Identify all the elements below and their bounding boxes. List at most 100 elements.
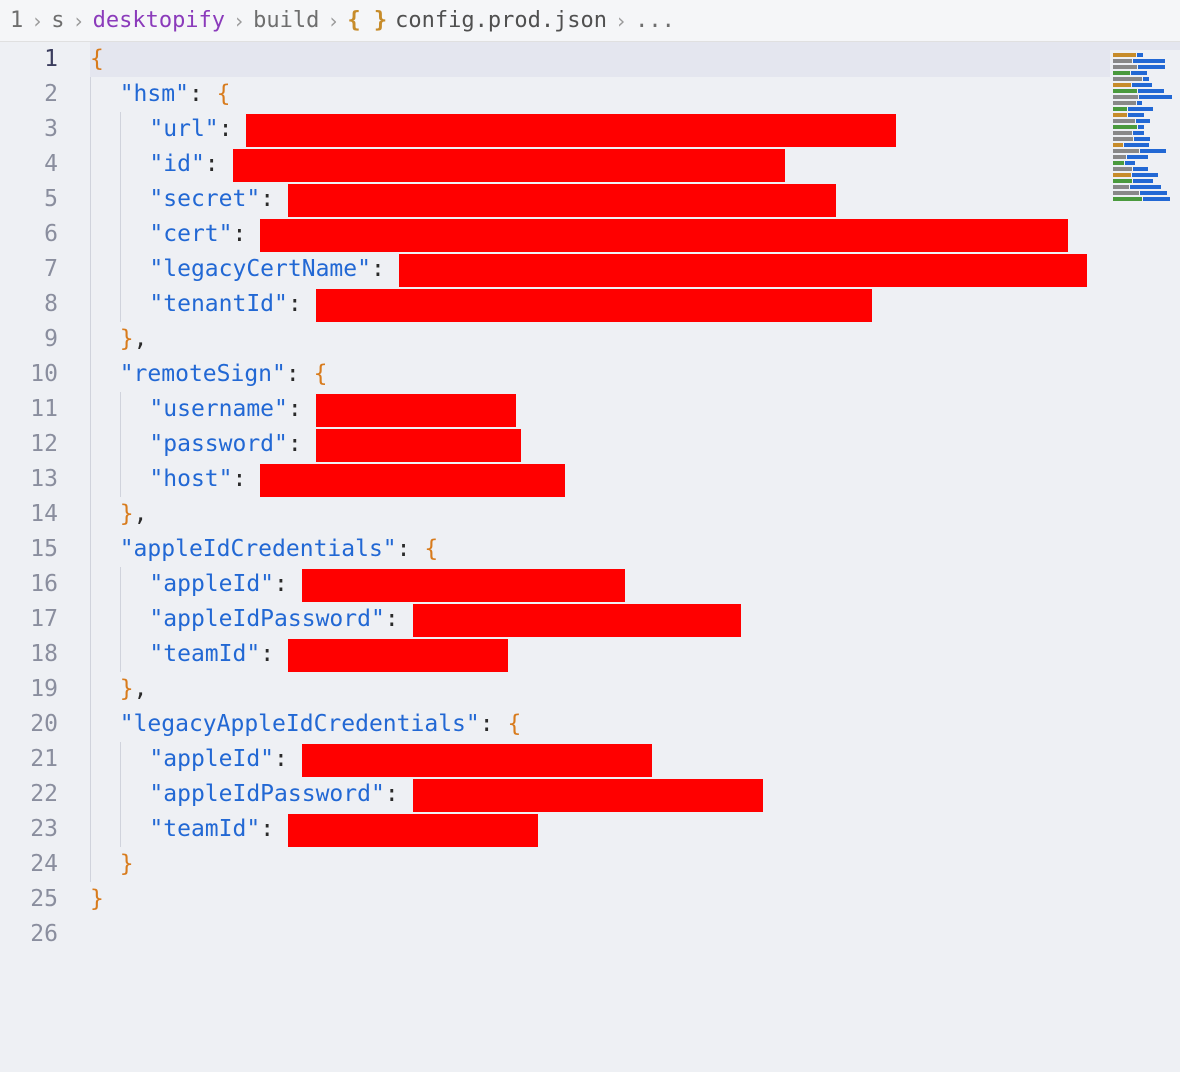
chevron-right-icon: › [73,9,85,33]
token-key: "appleId" [149,742,274,777]
indent-guide [120,252,150,287]
code-line[interactable]: }, [90,672,1180,707]
indent-guide [90,77,120,112]
code-line[interactable]: "id": [90,147,1180,182]
code-line[interactable]: "remoteSign": { [90,357,1180,392]
indent-guide [90,147,120,182]
code-line[interactable]: "teamId": [90,812,1180,847]
line-number: 21 [0,742,58,777]
breadcrumb-filename[interactable]: config.prod.json [395,8,607,33]
token-key: "host" [149,462,232,497]
line-number: 12 [0,427,58,462]
indent-guide [120,637,150,672]
token-brace: } [120,672,134,707]
token-key: "password" [149,427,287,462]
code-line[interactable]: }, [90,497,1180,532]
indent-guide [120,287,150,322]
chevron-right-icon: › [615,9,627,33]
code-line[interactable]: }, [90,322,1180,357]
redacted-value [288,184,836,217]
code-content[interactable]: { "hsm": { "url": "id": "secret": "cert"… [80,42,1180,1064]
code-line[interactable]: } [90,847,1180,882]
token-punc: : [288,392,316,427]
line-number: 23 [0,812,58,847]
token-punc: : [233,462,261,497]
code-line[interactable]: "password": [90,427,1180,462]
code-line[interactable]: { [90,42,1180,77]
breadcrumb-root[interactable]: 1 [10,8,23,33]
line-number: 10 [0,357,58,392]
line-number: 24 [0,847,58,882]
code-line[interactable]: "legacyCertName": [90,252,1180,287]
code-line[interactable]: "host": [90,462,1180,497]
json-file-icon: { } [347,8,387,33]
code-line[interactable] [90,917,1180,952]
code-line[interactable]: "tenantId": [90,287,1180,322]
line-number: 16 [0,567,58,602]
breadcrumb[interactable]: 1 › s › desktopify › build › { } config.… [0,0,1180,42]
indent-guide [120,217,150,252]
indent-guide [90,532,120,567]
breadcrumb-ellipsis[interactable]: ... [635,8,675,33]
line-gutter: 1234567891011121314151617181920212223242… [0,42,80,1064]
line-number: 13 [0,462,58,497]
indent-guide [90,252,120,287]
token-key: "id" [149,147,204,182]
code-line[interactable]: "url": [90,112,1180,147]
chevron-right-icon: › [31,9,43,33]
line-number: 4 [0,147,58,182]
token-punc: : [233,217,261,252]
token-punc: : [219,112,247,147]
redacted-value [288,814,538,847]
token-brace: { [424,532,438,567]
token-punc: : [288,287,316,322]
indent-guide [120,602,150,637]
indent-guide [120,462,150,497]
code-line[interactable]: "cert": [90,217,1180,252]
breadcrumb-seg-desktopify[interactable]: desktopify [93,8,225,33]
token-key: "appleIdCredentials" [120,532,397,567]
redacted-value [316,394,516,427]
code-line[interactable]: "username": [90,392,1180,427]
code-line[interactable]: "appleIdPassword": [90,777,1180,812]
indent-guide [90,742,120,777]
code-line[interactable]: } [90,882,1180,917]
minimap[interactable] [1110,50,1180,210]
token-punc: : [260,182,288,217]
breadcrumb-seg-s[interactable]: s [51,8,64,33]
indent-guide [90,707,120,742]
redacted-value [260,464,565,497]
token-brace: { [314,357,328,392]
code-line[interactable]: "hsm": { [90,77,1180,112]
code-line[interactable]: "appleId": [90,742,1180,777]
code-line[interactable]: "appleIdCredentials": { [90,532,1180,567]
line-number: 2 [0,77,58,112]
line-number: 11 [0,392,58,427]
code-line[interactable]: "legacyAppleIdCredentials": { [90,707,1180,742]
line-number: 6 [0,217,58,252]
token-brace: } [90,882,104,917]
token-punc: : [397,532,425,567]
line-number: 19 [0,672,58,707]
code-line[interactable]: "secret": [90,182,1180,217]
token-punc: : [260,637,288,672]
indent-guide [90,462,120,497]
code-line[interactable]: "appleId": [90,567,1180,602]
indent-guide [90,847,120,882]
redacted-value [260,219,1068,252]
code-line[interactable]: "teamId": [90,637,1180,672]
indent-guide [120,742,150,777]
token-punc: , [134,672,148,707]
code-editor[interactable]: 1234567891011121314151617181920212223242… [0,42,1180,1064]
indent-guide [90,217,120,252]
line-number: 14 [0,497,58,532]
token-key: "teamId" [149,637,260,672]
indent-guide [120,147,150,182]
indent-guide [90,182,120,217]
line-number: 17 [0,602,58,637]
token-brace: } [120,847,134,882]
breadcrumb-seg-build[interactable]: build [253,8,319,33]
code-line[interactable]: "appleIdPassword": [90,602,1180,637]
line-number: 26 [0,917,58,952]
token-punc: , [134,322,148,357]
